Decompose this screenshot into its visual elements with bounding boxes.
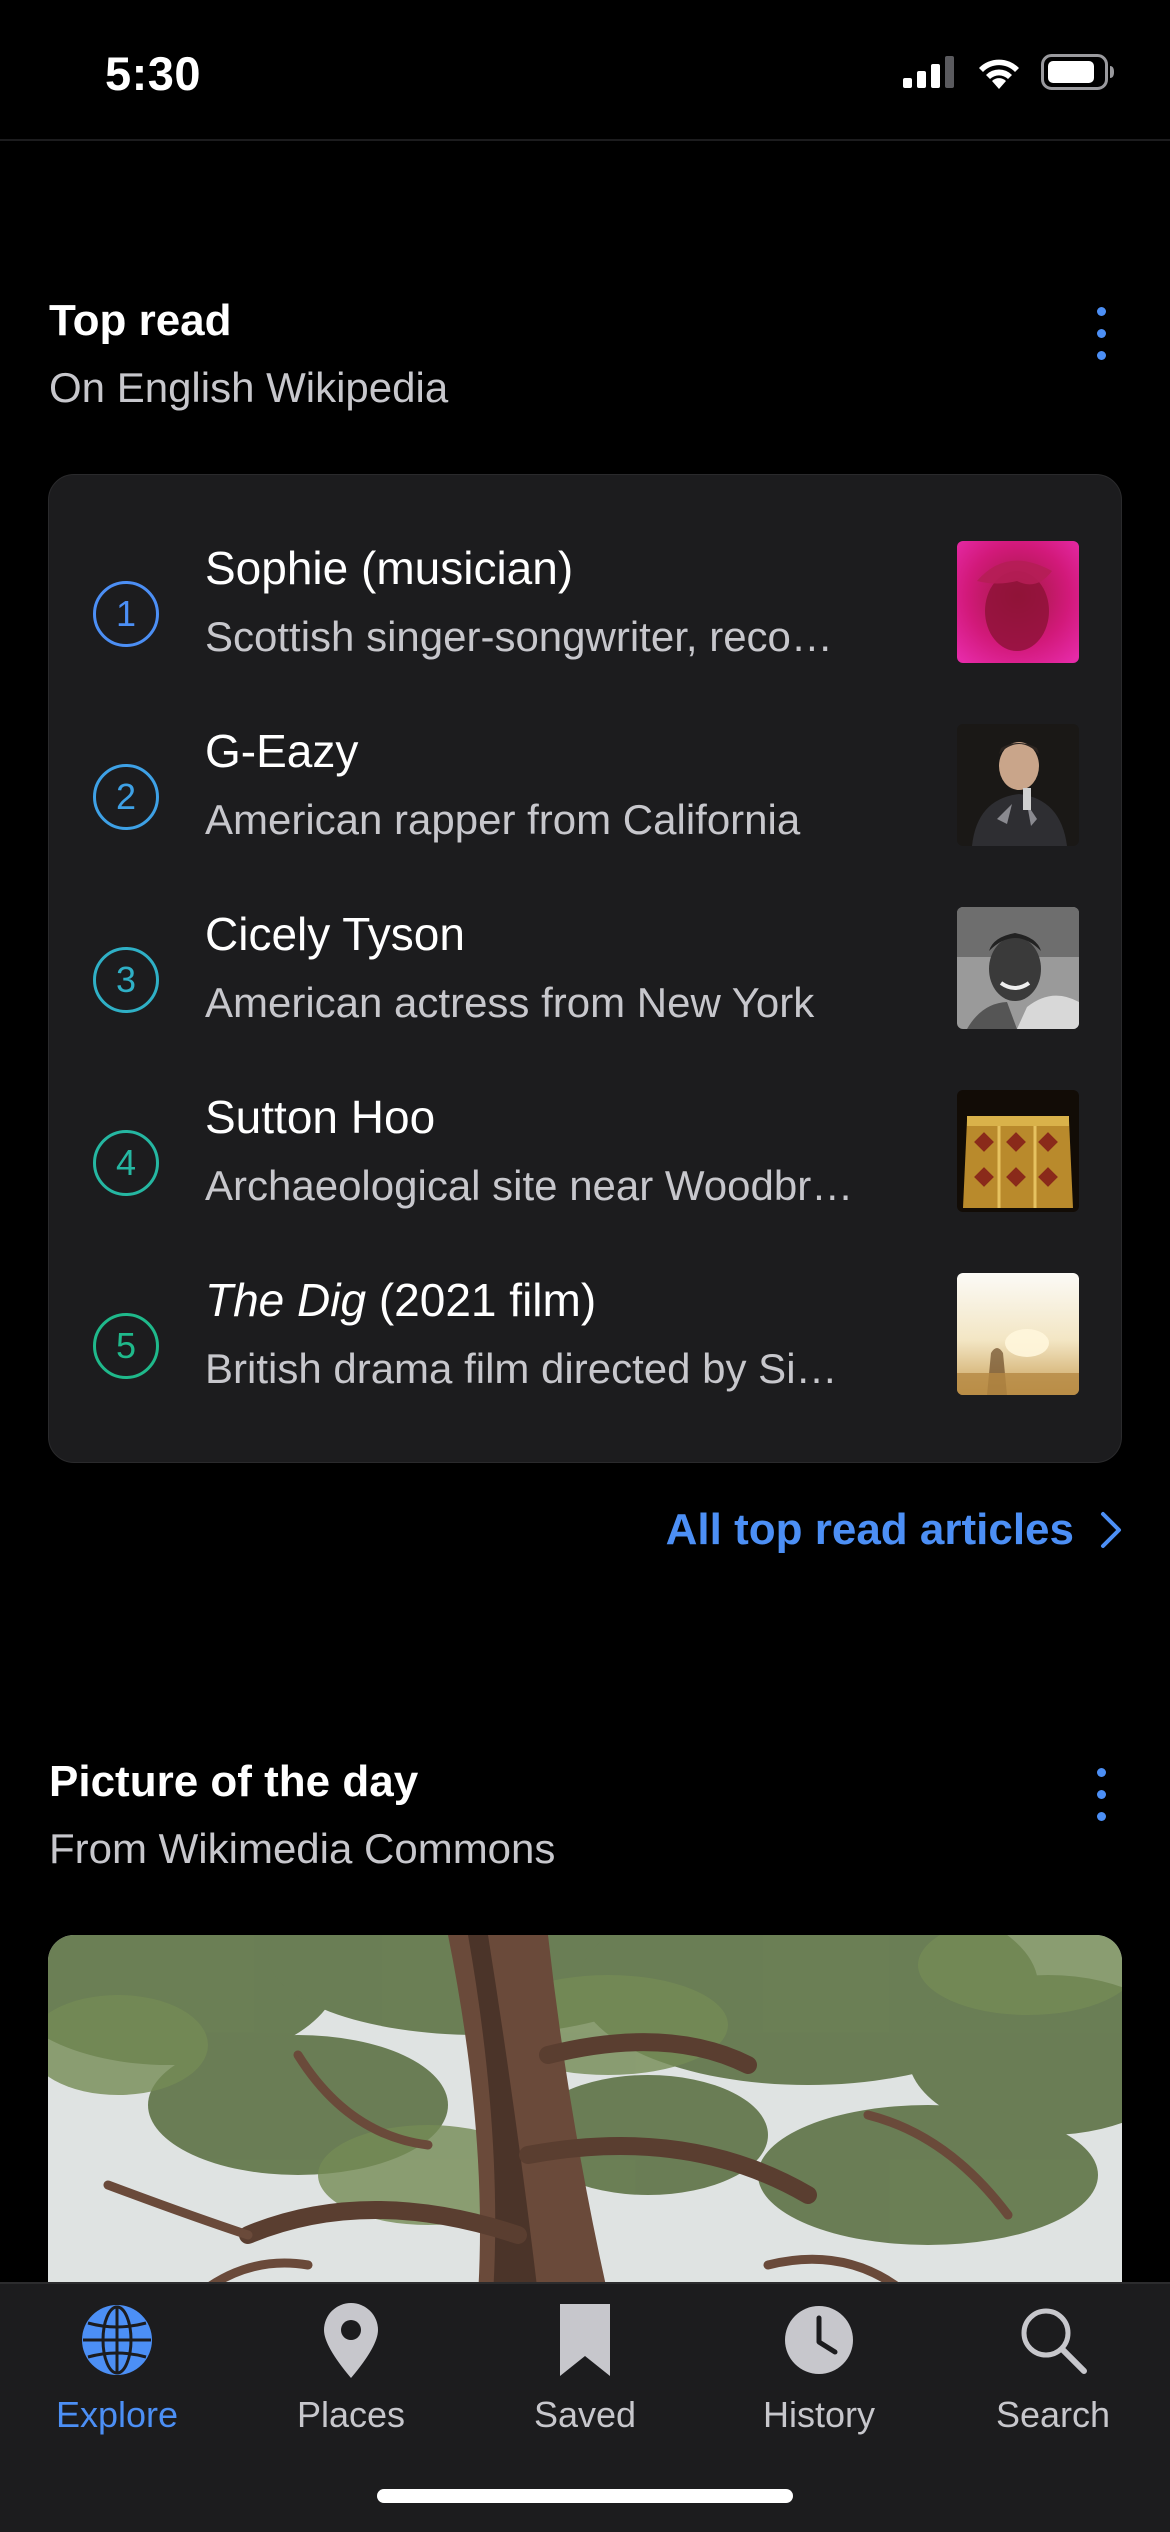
article-description: Scottish singer-songwriter, reco… — [205, 613, 833, 660]
tab-explore[interactable]: Explore — [0, 2300, 234, 2470]
more-dot-icon — [1096, 306, 1106, 316]
all-top-read-link[interactable]: All top read articles — [666, 1505, 1122, 1555]
section-title: Top read — [49, 296, 232, 345]
article-text: Sophie (musician) Scottish singer-songwr… — [205, 541, 905, 661]
article-row[interactable]: 1 Sophie (musician) Scottish singer-song… — [49, 541, 1121, 724]
globe-icon — [77, 2300, 157, 2380]
article-title: Sophie (musician) — [205, 542, 574, 594]
article-description: American actress from New York — [205, 979, 815, 1026]
tab-search[interactable]: Search — [936, 2300, 1170, 2470]
picture-of-day-image[interactable] — [48, 1935, 1122, 2295]
search-icon — [1013, 2300, 1093, 2380]
article-row[interactable]: 5 The Dig (2021 film) British drama film… — [49, 1273, 1121, 1456]
clock-icon — [779, 2300, 859, 2380]
article-text: G-Eazy American rapper from California — [205, 724, 905, 844]
article-description: Archaeological site near Woodbr… — [205, 1162, 854, 1209]
more-dot-icon — [1096, 350, 1106, 360]
top-read-card: 1 Sophie (musician) Scottish singer-song… — [48, 474, 1122, 1463]
tab-label: Search — [995, 2394, 1111, 2435]
article-text: Cicely Tyson American actress from New Y… — [205, 907, 905, 1027]
more-dot-icon — [1096, 1789, 1106, 1799]
cellular-signal-icon — [903, 56, 954, 88]
tab-label: Places — [296, 2394, 406, 2435]
article-row[interactable]: 2 G-Eazy American rapper from California — [49, 724, 1121, 907]
tab-label: Explore — [55, 2394, 179, 2435]
more-dot-icon — [1096, 328, 1106, 338]
article-description: British drama film directed by Si… — [205, 1345, 838, 1392]
section-title: Picture of the day — [49, 1757, 419, 1806]
rank-badge: 2 — [93, 764, 159, 830]
article-thumbnail — [957, 541, 1079, 663]
status-time: 5:30 — [105, 47, 202, 100]
status-bar: 5:30 — [0, 0, 1170, 141]
article-title: Sutton Hoo — [205, 1091, 436, 1143]
tab-label: Saved — [533, 2394, 637, 2435]
article-title: Cicely Tyson — [205, 908, 465, 960]
article-thumbnail — [957, 1273, 1079, 1395]
wifi-icon — [979, 59, 1019, 89]
more-dot-icon — [1096, 1811, 1106, 1821]
more-options-button[interactable] — [1081, 298, 1121, 368]
section-subtitle: On English Wikipedia — [49, 364, 449, 411]
top-read-header: Top read On English Wikipedia — [49, 296, 1121, 412]
rank-badge: 3 — [93, 947, 159, 1013]
article-title-italic: The Dig — [205, 1274, 367, 1326]
article-title: The Dig (2021 film) — [205, 1273, 905, 1327]
rank-badge: 1 — [93, 581, 159, 647]
article-thumbnail — [957, 1090, 1079, 1212]
article-text: Sutton Hoo Archaeological site near Wood… — [205, 1090, 905, 1210]
home-indicator — [377, 2489, 793, 2503]
article-title-rest: (2021 film) — [366, 1274, 597, 1326]
tab-history[interactable]: History — [702, 2300, 936, 2470]
article-row[interactable]: 3 Cicely Tyson American actress from New… — [49, 907, 1121, 1090]
status-icons — [903, 54, 1115, 90]
tab-saved[interactable]: Saved — [468, 2300, 702, 2470]
article-thumbnail — [957, 907, 1079, 1029]
article-text: The Dig (2021 film) British drama film d… — [205, 1273, 905, 1393]
article-title: G-Eazy — [205, 725, 359, 777]
all-top-read-label: All top read articles — [665, 1505, 1074, 1554]
tab-label: History — [762, 2394, 875, 2435]
section-subtitle: From Wikimedia Commons — [49, 1825, 556, 1872]
battery-icon — [1041, 54, 1114, 90]
tab-places[interactable]: Places — [234, 2300, 468, 2470]
article-row[interactable]: 4 Sutton Hoo Archaeological site near Wo… — [49, 1090, 1121, 1273]
chevron-right-icon — [1101, 1512, 1121, 1548]
rank-badge: 4 — [93, 1130, 159, 1196]
more-dot-icon — [1096, 1767, 1106, 1777]
article-thumbnail — [957, 724, 1079, 846]
article-description: American rapper from California — [205, 796, 801, 843]
more-options-button[interactable] — [1081, 1759, 1121, 1829]
bookmark-icon — [545, 2300, 625, 2380]
picture-of-day-header: Picture of the day From Wikimedia Common… — [49, 1757, 1121, 1873]
map-pin-icon — [311, 2300, 391, 2380]
rank-badge: 5 — [93, 1313, 159, 1379]
